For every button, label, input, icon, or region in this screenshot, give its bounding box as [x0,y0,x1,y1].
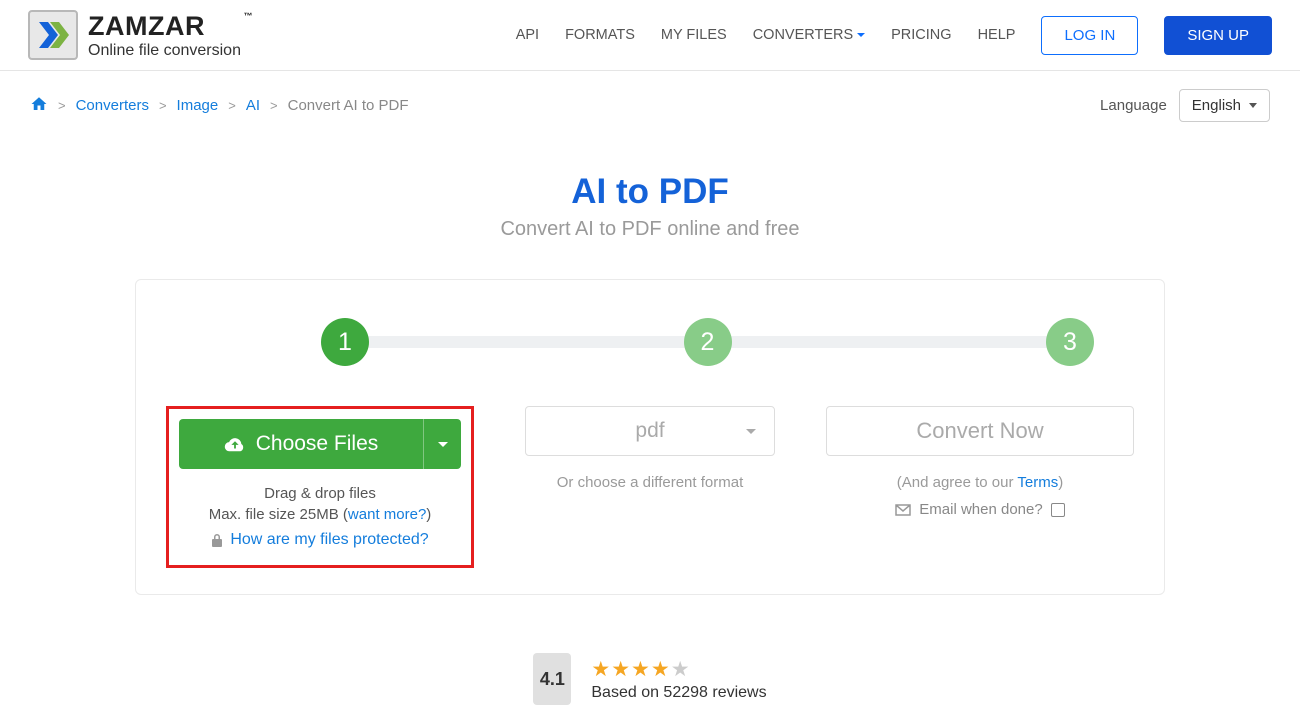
choose-files-dropdown[interactable] [423,419,461,469]
lock-icon [211,533,223,547]
signup-button[interactable]: SIGN UP [1164,16,1272,55]
breadcrumb-current: Convert AI to PDF [288,97,409,114]
col-choose: Choose Files Drag & drop files Max. file… [166,406,474,568]
chevron-down-icon [857,33,865,37]
choose-files-main[interactable]: Choose Files [179,419,423,469]
page-title: AI to PDF [0,172,1300,212]
email-checkbox[interactable] [1051,503,1065,517]
rating-stars: ★ ★ ★ ★ ★ [591,657,766,682]
agree-suffix: ) [1058,474,1063,491]
format-select[interactable]: pdf [525,406,775,456]
rating-section: 4.1 ★ ★ ★ ★ ★ Based on 52298 reviews [0,653,1300,705]
rating-reviews: Based on 52298 reviews [591,684,766,702]
logo-name: ZAMZAR [88,11,205,41]
drag-hint: Drag & drop files [179,485,461,502]
star-icon: ★ [671,657,690,682]
breadcrumb: > Converters > Image > AI > Convert AI t… [30,95,409,117]
language-label: Language [1100,97,1167,114]
page-subtitle: Convert AI to PDF online and free [0,218,1300,241]
step-2: 2 [684,318,732,366]
header: ZAMZAR™ Online file conversion API FORMA… [0,0,1300,71]
email-label: Email when done? [919,501,1042,518]
logo[interactable]: ZAMZAR™ Online file conversion [28,10,241,60]
star-icon: ★ [631,657,650,682]
breadcrumb-sep: > [58,98,66,113]
home-icon[interactable] [30,95,48,117]
logo-tagline: Online file conversion [88,42,241,60]
logo-icon [28,10,78,60]
col-format: pdf Or choose a different format [496,406,804,568]
agree-prefix: (And agree to our [897,474,1018,491]
convert-button[interactable]: Convert Now [826,406,1134,456]
maxsize-suffix: ) [426,506,431,523]
star-icon: ★ [591,657,610,682]
nav-api[interactable]: API [516,27,539,43]
language-area: Language English [1100,89,1270,122]
maxsize-hint: Max. file size 25MB (want more?) [179,506,461,523]
choose-files-button[interactable]: Choose Files [179,419,461,469]
nav-converters-label: CONVERTERS [753,27,853,43]
col-convert: Convert Now (And agree to our Terms) Ema… [826,406,1134,568]
breadcrumb-ai[interactable]: AI [246,97,260,114]
language-select[interactable]: English [1179,89,1270,122]
want-more-link[interactable]: want more? [348,506,426,523]
terms-line: (And agree to our Terms) [826,474,1134,491]
protection-link[interactable]: How are my files protected? [230,531,428,549]
step-1: 1 [321,318,369,366]
rating-text: ★ ★ ★ ★ ★ Based on 52298 reviews [591,657,766,702]
breadcrumb-converters[interactable]: Converters [76,97,149,114]
chevron-down-icon [1249,103,1257,108]
breadcrumb-sep: > [270,98,278,113]
step-indicator: 1 2 3 [156,318,1144,366]
upload-icon [224,434,246,454]
rating-score: 4.1 [533,653,571,705]
format-value: pdf [635,419,664,443]
star-icon: ★ [651,657,670,682]
highlight-box: Choose Files Drag & drop files Max. file… [166,406,474,568]
format-hint: Or choose a different format [496,474,804,491]
nav-formats[interactable]: FORMATS [565,27,635,43]
columns: Choose Files Drag & drop files Max. file… [156,406,1144,568]
maxsize-prefix: Max. file size 25MB ( [209,506,348,523]
mail-icon [895,504,911,516]
nav-myfiles[interactable]: MY FILES [661,27,727,43]
logo-tm: ™ [243,11,253,21]
hero: AI to PDF Convert AI to PDF online and f… [0,172,1300,241]
star-icon: ★ [611,657,630,682]
nav-help[interactable]: HELP [978,27,1016,43]
converter-card: 1 2 3 Choose Files Dra [135,279,1165,595]
nav: API FORMATS MY FILES CONVERTERS PRICING … [516,16,1272,55]
protection-line: How are my files protected? [179,531,461,549]
login-button[interactable]: LOG IN [1041,16,1138,55]
logo-text: ZAMZAR™ Online file conversion [88,11,241,60]
chevron-down-icon [746,429,756,434]
email-line: Email when done? [826,501,1134,518]
choose-files-label: Choose Files [256,432,379,456]
chevron-down-icon [438,442,448,447]
breadcrumb-image[interactable]: Image [177,97,219,114]
terms-link[interactable]: Terms [1017,474,1058,491]
language-value: English [1192,97,1241,114]
step-3: 3 [1046,318,1094,366]
breadcrumb-sep: > [159,98,167,113]
breadcrumb-sep: > [228,98,236,113]
subheader: > Converters > Image > AI > Convert AI t… [0,71,1300,140]
nav-converters[interactable]: CONVERTERS [753,27,865,43]
nav-pricing[interactable]: PRICING [891,27,951,43]
